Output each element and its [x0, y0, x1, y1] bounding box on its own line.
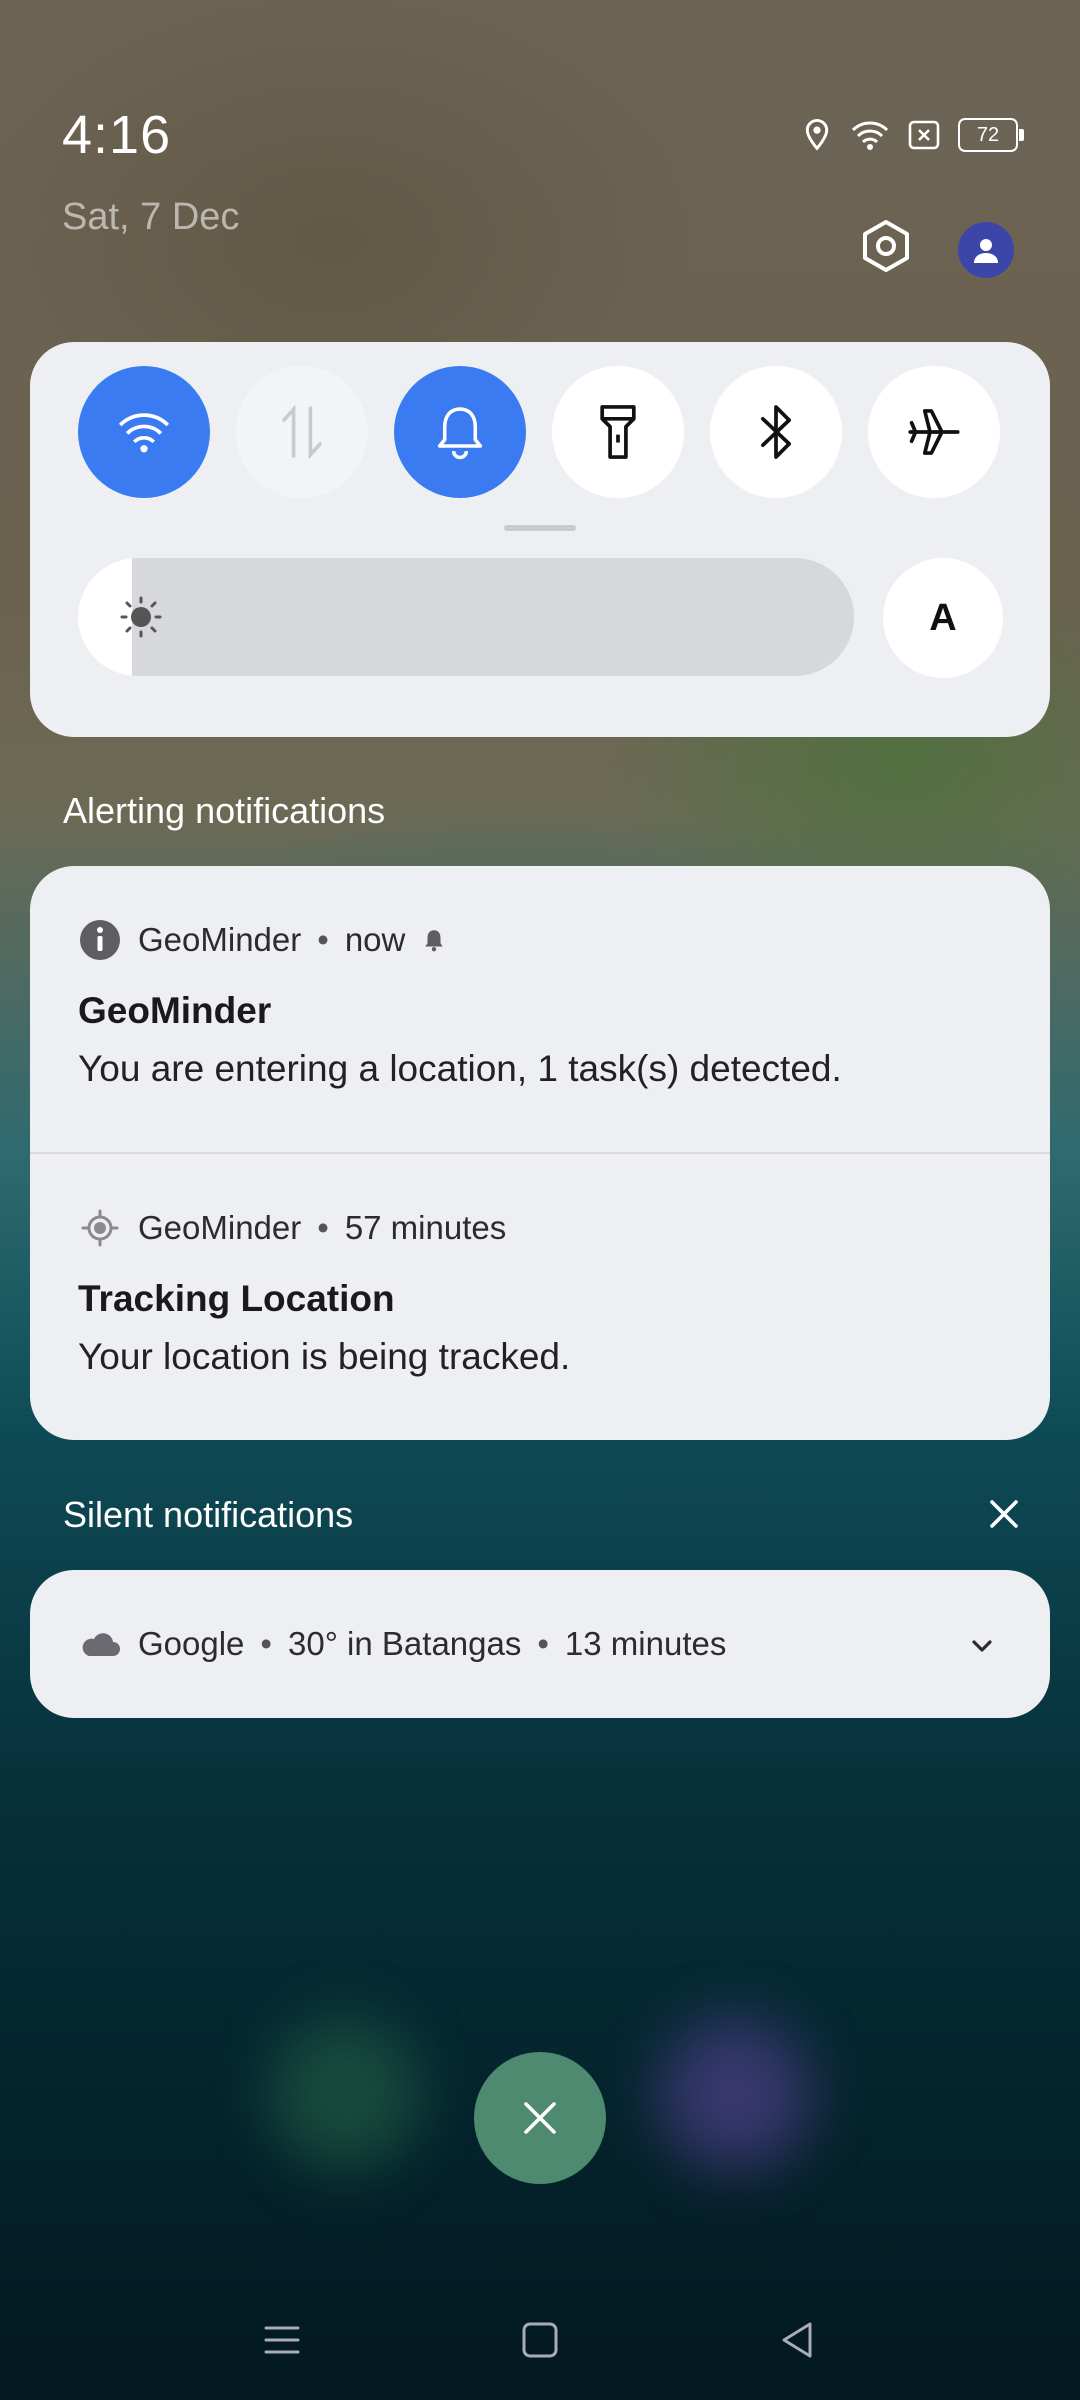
- clock: 4:16: [62, 105, 172, 165]
- mobile-data-tile[interactable]: [236, 366, 368, 498]
- user-avatar-icon: [974, 239, 998, 263]
- expand-button[interactable]: [962, 1626, 1002, 1666]
- notification-title: GeoMinder: [78, 990, 272, 1031]
- settings-gear-icon: [863, 220, 909, 272]
- background-app-blur: [270, 2020, 420, 2170]
- notification-header: GeoMinder • 57 minutes: [78, 1206, 506, 1250]
- no-sim-icon: [908, 120, 940, 150]
- auto-brightness-button[interactable]: A: [883, 558, 1003, 678]
- notification-item[interactable]: GeoMinder • 57 minutes Tracking Location…: [30, 1154, 1050, 1440]
- background-app-blur: [660, 2020, 810, 2170]
- home-square-icon: [522, 2322, 558, 2358]
- notification-app-name: GeoMinder: [138, 921, 302, 958]
- airplane-icon: [908, 409, 960, 455]
- notification-body: Your location is being tracked.: [78, 1336, 571, 1377]
- separator-dot: •: [260, 1625, 272, 1662]
- close-all-button[interactable]: [474, 2052, 606, 2184]
- data-arrows-icon: [282, 404, 322, 460]
- notification-time: 57 minutes: [344, 1209, 507, 1246]
- nav-back-button[interactable]: [768, 2310, 828, 2370]
- info-icon: [78, 918, 122, 962]
- alerted-bell-icon: [425, 930, 444, 952]
- wifi-icon: [118, 413, 170, 453]
- menu-icon: [264, 2326, 300, 2354]
- date: Sat, 7 Dec: [62, 196, 240, 238]
- nav-home-button[interactable]: [510, 2310, 570, 2370]
- separator-dot: •: [537, 1625, 549, 1662]
- sound-tile[interactable]: [394, 366, 526, 498]
- clear-silent-button[interactable]: [980, 1490, 1028, 1538]
- quick-settings-panel: A: [30, 342, 1050, 737]
- brightness-sun-icon: [120, 596, 162, 638]
- silent-notification-card[interactable]: Google • 30° in Batangas • 13 minutes: [30, 1570, 1050, 1718]
- notification-header: GeoMinder • now: [78, 918, 447, 962]
- wifi-icon: [851, 121, 889, 150]
- notification-app-name: GeoMinder: [138, 1209, 302, 1246]
- flashlight-icon: [600, 405, 636, 459]
- silent-notification-row: Google • 30° in Batangas • 13 minutes: [78, 1622, 726, 1666]
- notification-app-name: Google: [138, 1625, 245, 1662]
- silent-notifications-header: Silent notifications: [63, 1494, 354, 1535]
- user-avatar-button[interactable]: [958, 222, 1014, 278]
- brightness-slider[interactable]: [78, 558, 854, 676]
- notification-detail: 30° in Batangas: [287, 1625, 522, 1662]
- close-icon: [990, 1500, 1018, 1528]
- battery-icon: 72: [958, 118, 1024, 152]
- notification-body: You are entering a location, 1 task(s) d…: [78, 1048, 842, 1089]
- notification-time: 13 minutes: [564, 1625, 727, 1662]
- gps-icon: [78, 1206, 122, 1250]
- chevron-down-icon: [972, 1640, 992, 1652]
- separator-dot: •: [317, 1209, 329, 1246]
- bluetooth-icon: [760, 405, 792, 459]
- location-icon: [805, 118, 829, 151]
- battery-level: 72: [976, 123, 1000, 146]
- panel-drag-handle[interactable]: [504, 525, 576, 531]
- cloud-icon: [78, 1622, 122, 1666]
- alerting-notifications-card: GeoMinder • now GeoMinder You are enteri…: [30, 866, 1050, 1440]
- nav-recents-button[interactable]: [252, 2310, 312, 2370]
- notification-item[interactable]: GeoMinder • now GeoMinder You are enteri…: [30, 866, 1050, 1152]
- notification-time: now: [344, 921, 406, 958]
- back-triangle-icon: [782, 2322, 812, 2358]
- separator-dot: •: [317, 921, 329, 958]
- notification-title: Tracking Location: [78, 1278, 395, 1319]
- alerting-notifications-header: Alerting notifications: [63, 790, 386, 831]
- status-icons: 72: [802, 118, 1024, 152]
- settings-button[interactable]: [858, 218, 914, 274]
- bell-icon: [437, 407, 483, 460]
- flashlight-tile[interactable]: [552, 366, 684, 498]
- airplane-mode-tile[interactable]: [868, 366, 1000, 498]
- close-icon: [524, 2102, 556, 2134]
- wifi-tile[interactable]: [78, 366, 210, 498]
- bluetooth-tile[interactable]: [710, 366, 842, 498]
